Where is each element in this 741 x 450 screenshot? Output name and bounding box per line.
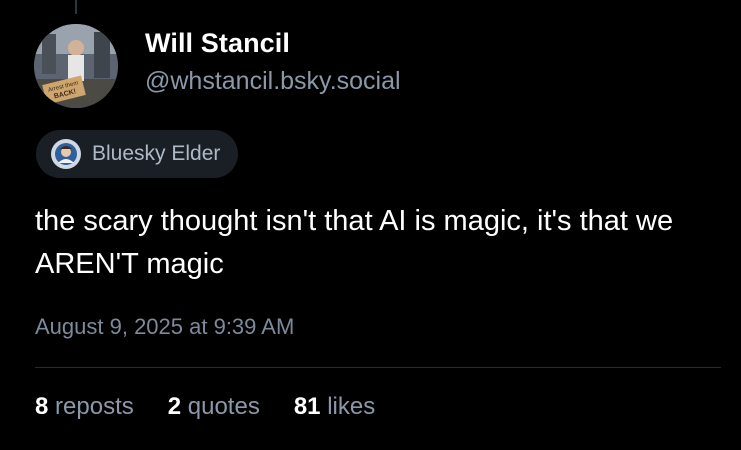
reposts-count: 8 <box>35 393 49 420</box>
likes-count: 81 <box>293 393 321 420</box>
reposts-stat[interactable]: 8 reposts <box>35 393 134 421</box>
divider <box>35 367 721 368</box>
quotes-count: 2 <box>167 393 182 420</box>
elder-badge-icon <box>51 139 81 169</box>
author-display-name[interactable]: Will Stancil <box>145 28 290 59</box>
quotes-stat[interactable]: 2 quotes <box>168 393 260 421</box>
avatar[interactable]: Arrest them BACK! <box>34 24 118 108</box>
post-text: the scary thought isn't that AI is magic… <box>35 205 674 280</box>
avatar-photo: Arrest them BACK! <box>34 24 118 108</box>
likes-stat[interactable]: 81 likes <box>294 393 375 421</box>
badge-label: Bluesky Elder <box>92 142 221 165</box>
likes-label: likes <box>327 393 376 420</box>
post-stats: 8 reposts 2 quotes 81 likes <box>35 393 409 421</box>
reposts-label: reposts <box>55 393 134 420</box>
bluesky-elder-badge[interactable]: Bluesky Elder <box>36 130 239 178</box>
thread-line <box>75 0 77 14</box>
post-timestamp[interactable]: August 9, 2025 at 9:39 AM <box>35 314 294 340</box>
author-handle[interactable]: @whstancil.bsky.social <box>145 67 401 96</box>
quotes-label: quotes <box>187 393 260 420</box>
